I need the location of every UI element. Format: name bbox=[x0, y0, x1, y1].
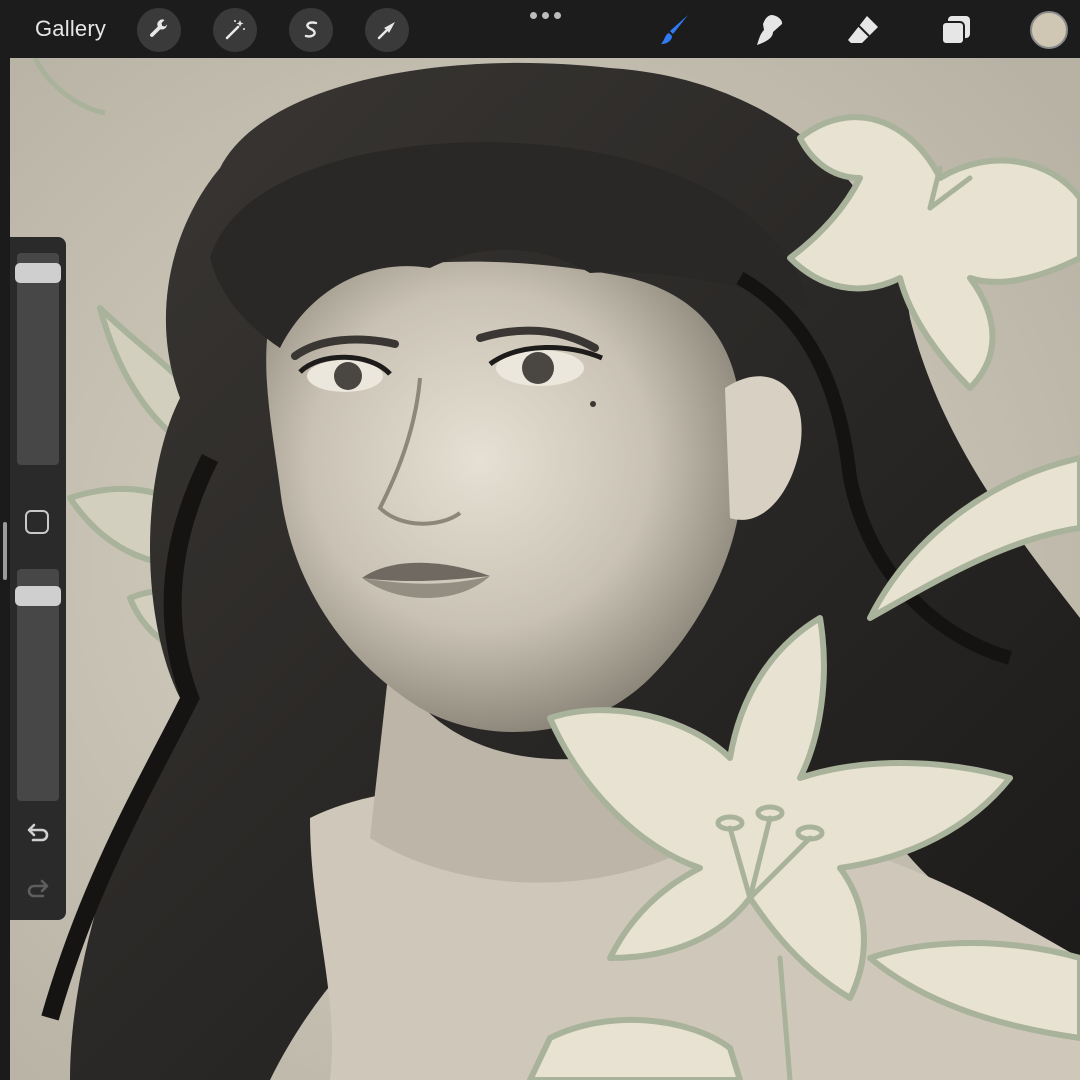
smudge-button[interactable] bbox=[751, 12, 787, 48]
selection-button[interactable] bbox=[289, 8, 333, 52]
adjustments-button[interactable] bbox=[213, 8, 257, 52]
transform-arrow-icon bbox=[377, 22, 395, 40]
gallery-button[interactable]: Gallery bbox=[35, 16, 106, 42]
more-options[interactable] bbox=[530, 12, 561, 19]
undo-button[interactable] bbox=[24, 821, 52, 845]
redo-button[interactable] bbox=[24, 877, 52, 901]
opacity-slider[interactable] bbox=[15, 569, 61, 801]
brush-button[interactable] bbox=[658, 12, 694, 48]
redo-icon bbox=[27, 879, 49, 898]
eraser-button[interactable] bbox=[845, 12, 881, 48]
brush-size-slider[interactable] bbox=[15, 253, 61, 465]
brush-icon bbox=[661, 15, 688, 44]
magic-wand-icon bbox=[225, 20, 245, 40]
left-sidebar bbox=[10, 237, 66, 920]
selection-icon bbox=[304, 21, 318, 38]
artwork-illustration bbox=[10, 58, 1080, 1080]
brush-size-thumb[interactable] bbox=[15, 262, 61, 283]
top-toolbar: Gallery bbox=[0, 0, 1080, 58]
ellipsis-icon bbox=[530, 12, 537, 19]
sidebar-drag-handle[interactable] bbox=[3, 522, 7, 580]
opacity-thumb[interactable] bbox=[15, 585, 61, 606]
eraser-icon bbox=[848, 16, 878, 43]
layers-icon bbox=[941, 16, 970, 45]
undo-icon bbox=[27, 823, 49, 842]
smudge-icon bbox=[757, 15, 783, 45]
drawing-canvas[interactable] bbox=[10, 58, 1080, 1080]
modify-square-icon[interactable] bbox=[25, 510, 49, 534]
transform-button[interactable] bbox=[365, 8, 409, 52]
color-swatch-button[interactable] bbox=[1030, 11, 1068, 49]
layers-button[interactable] bbox=[938, 12, 974, 48]
actions-button[interactable] bbox=[137, 8, 181, 52]
wrench-icon bbox=[150, 19, 167, 37]
